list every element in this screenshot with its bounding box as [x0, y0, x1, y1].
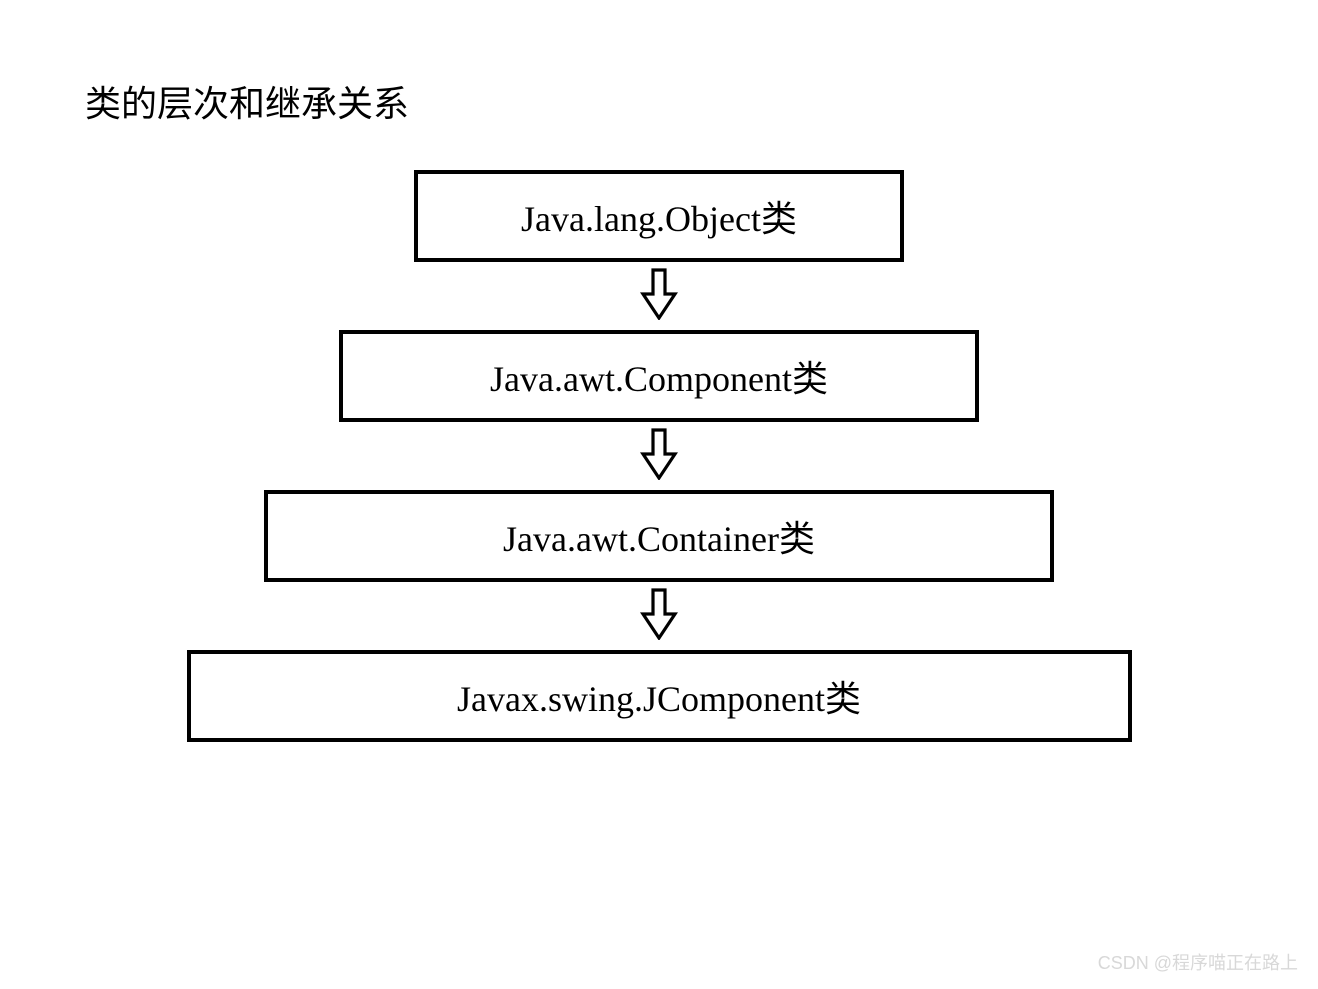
down-arrow-icon: [639, 588, 679, 640]
class-box-label: Java.awt.Component类: [490, 350, 828, 402]
diagram-title: 类的层次和继承关系: [85, 75, 409, 127]
class-box-label: Javax.swing.JComponent类: [457, 670, 861, 722]
class-box-object: Java.lang.Object类: [414, 170, 904, 262]
class-box-label: Java.lang.Object类: [521, 190, 797, 242]
class-box-label: Java.awt.Container类: [503, 510, 815, 562]
watermark-text: CSDN @程序喵正在路上: [1098, 949, 1298, 975]
class-box-component: Java.awt.Component类: [339, 330, 979, 422]
class-box-container: Java.awt.Container类: [264, 490, 1054, 582]
class-box-jcomponent: Javax.swing.JComponent类: [187, 650, 1132, 742]
down-arrow-icon: [639, 428, 679, 480]
class-hierarchy-diagram: Java.lang.Object类 Java.awt.Component类 Ja…: [0, 170, 1318, 742]
down-arrow-icon: [639, 268, 679, 320]
